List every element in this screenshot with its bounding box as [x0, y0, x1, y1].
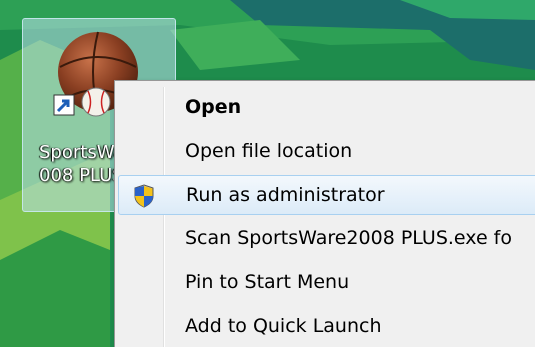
- menu-item-label: Open: [185, 96, 242, 118]
- menu-item-label: Add to Quick Launch: [185, 315, 382, 337]
- context-menu: Open Open file location Run as administr…: [114, 80, 535, 347]
- menu-item-pin-to-start-menu[interactable]: Pin to Start Menu: [118, 263, 535, 303]
- menu-item-open-file-location[interactable]: Open file location: [118, 132, 535, 172]
- menu-item-label: Scan SportsWare2008 PLUS.exe fo: [185, 227, 512, 249]
- menu-item-scan-file[interactable]: Scan SportsWare2008 PLUS.exe fo: [118, 219, 535, 259]
- menu-item-label: Run as administrator: [186, 184, 385, 206]
- menu-item-run-as-administrator[interactable]: Run as administrator: [118, 175, 535, 215]
- menu-item-add-to-quick-launch[interactable]: Add to Quick Launch: [118, 307, 535, 347]
- uac-shield-icon: [134, 184, 154, 208]
- desktop-background: SportsWare 2008 PLUS Open Open file loca…: [0, 0, 535, 347]
- menu-item-label: Pin to Start Menu: [185, 271, 350, 293]
- menu-item-label: Open file location: [185, 140, 353, 162]
- menu-item-open[interactable]: Open: [118, 88, 535, 128]
